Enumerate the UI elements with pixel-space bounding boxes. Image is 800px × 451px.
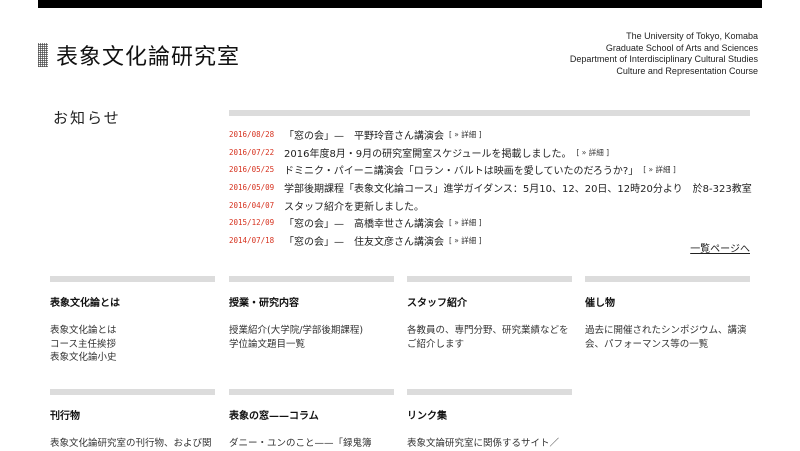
section-text: 過去に開催されたシンポジウム、講演	[585, 325, 747, 336]
section-link[interactable]: 学位論文題目一覧	[229, 338, 394, 352]
section-text: ご紹介します	[407, 338, 465, 350]
news-text[interactable]: 2016年度8月・9月の研究室開室スケジュールを掲載しました。	[284, 145, 571, 160]
university-line: Graduate School of Arts and Sciences	[605, 42, 758, 53]
news-item: 2014/07/18 「窓の会」— 住友文彦さん講演会 [ » 詳細 ]	[229, 232, 769, 250]
news-text[interactable]: スタッフ紹介を更新しました。	[284, 198, 424, 213]
section-divider	[585, 276, 750, 282]
university-line: Department of Interdisciplinary Cultural…	[569, 54, 758, 64]
section-staff: スタッフ紹介 各教員の、専門分野、研究業績などを ご紹介します	[407, 276, 572, 351]
section-events: 催し物 過去に開催されたシンポジウム、講演 会、パフォーマンス等の一覧	[585, 276, 750, 351]
section-text: 表象文論研究室に関係するサイト／	[407, 438, 560, 449]
section-body: 表象文論研究室に関係するサイト／	[407, 437, 572, 451]
news-date: 2015/12/09	[229, 218, 275, 228]
news-date: 2016/07/22	[229, 147, 275, 157]
news-divider	[229, 110, 750, 116]
news-text[interactable]: 「窓の会」— 高橋幸世さん講演会	[284, 215, 444, 230]
section-body: ダニー・ユンのこと——「録鬼簿	[229, 437, 394, 451]
site-title: 表象文化論研究室	[56, 45, 241, 70]
section-title[interactable]: リンク集	[407, 407, 572, 422]
news-text[interactable]: ドミニク・パイーニ講演会「ロラン・バルトは映画を愛していたのだろうか?」	[284, 162, 638, 177]
news-heading: お知らせ	[53, 109, 121, 127]
section-links: リンク集 表象文論研究室に関係するサイト／	[407, 389, 572, 451]
section-divider	[229, 389, 394, 395]
logo-mark-icon	[38, 43, 48, 67]
news-list: 2016/08/28 「窓の会」— 平野玲音さん講演会 [ » 詳細 ] 201…	[229, 126, 769, 249]
section-divider	[407, 276, 572, 282]
section-column: 表象の窓——コラム ダニー・ユンのこと——「録鬼簿	[229, 389, 394, 451]
section-title[interactable]: スタッフ紹介	[407, 294, 572, 309]
section-text: 会、パフォーマンス等の一覧	[585, 338, 709, 350]
section-title[interactable]: 表象の窓——コラム	[229, 407, 394, 422]
section-divider	[407, 389, 572, 395]
news-detail-link[interactable]: [ » 詳細 ]	[643, 164, 676, 175]
university-info: The University of Tokyo, Komaba Graduate…	[570, 31, 758, 77]
section-link[interactable]: コース主任挨拶	[50, 338, 215, 352]
news-date: 2016/04/07	[229, 200, 275, 210]
section-body: 過去に開催されたシンポジウム、講演 会、パフォーマンス等の一覧	[585, 324, 750, 351]
news-detail-link[interactable]: [ » 詳細 ]	[449, 129, 482, 140]
news-item: 2016/05/09 学部後期課程「表象文化論コース」進学ガイダンス：5月10、…	[229, 179, 769, 197]
section-text: ダニー・ユンのこと——「録鬼簿	[229, 438, 372, 449]
news-text[interactable]: 学部後期課程「表象文化論コース」進学ガイダンス：5月10、12、20日、12時2…	[284, 180, 752, 195]
site-logo[interactable]: 表象文化論研究室	[38, 42, 241, 70]
section-courses: 授業・研究内容 授業紹介(大学院/学部後期課程) 学位論文題目一覧	[229, 276, 394, 351]
top-bar	[38, 0, 762, 8]
news-text[interactable]: 「窓の会」— 平野玲音さん講演会	[284, 127, 444, 142]
news-item: 2016/05/25 ドミニク・パイーニ講演会「ロラン・バルトは映画を愛していた…	[229, 161, 769, 179]
section-title[interactable]: 刊行物	[50, 407, 215, 422]
section-about: 表象文化論とは 表象文化論とは コース主任挨拶 表象文化論小史	[50, 276, 215, 365]
section-text: 各教員の、専門分野、研究業績などを	[407, 325, 569, 336]
section-link[interactable]: 表象文化論小史	[50, 351, 215, 365]
section-body: 各教員の、専門分野、研究業績などを ご紹介します	[407, 324, 572, 351]
news-date: 2016/05/09	[229, 183, 275, 193]
section-divider	[229, 276, 394, 282]
section-text: 表象文化論研究室の刊行物、および関	[50, 438, 212, 449]
news-date: 2016/08/28	[229, 130, 275, 140]
section-title[interactable]: 授業・研究内容	[229, 294, 394, 309]
section-title[interactable]: 催し物	[585, 294, 750, 309]
news-item: 2015/12/09 「窓の会」— 高橋幸世さん講演会 [ » 詳細 ]	[229, 214, 769, 232]
news-item: 2016/04/07 スタッフ紹介を更新しました。	[229, 196, 769, 214]
news-item: 2016/07/22 2016年度8月・9月の研究室開室スケジュールを掲載しまし…	[229, 144, 769, 162]
news-date: 2014/07/18	[229, 235, 275, 245]
section-link[interactable]: 授業紹介(大学院/学部後期課程)	[229, 324, 394, 338]
section-link[interactable]: 表象文化論とは	[50, 324, 215, 338]
news-text[interactable]: 「窓の会」— 住友文彦さん講演会	[284, 233, 444, 248]
news-date: 2016/05/25	[229, 165, 275, 175]
section-divider	[50, 389, 215, 395]
section-publications: 刊行物 表象文化論研究室の刊行物、および関	[50, 389, 215, 451]
university-line: The University of Tokyo, Komaba	[626, 31, 758, 41]
section-body: 表象文化論研究室の刊行物、および関	[50, 437, 215, 451]
news-list-page-link[interactable]: 一覧ページへ	[690, 240, 750, 255]
section-divider	[50, 276, 215, 282]
news-detail-link[interactable]: [ » 詳細 ]	[576, 147, 609, 158]
news-detail-link[interactable]: [ » 詳細 ]	[449, 217, 482, 228]
section-body: 授業紹介(大学院/学部後期課程) 学位論文題目一覧	[229, 324, 394, 351]
news-detail-link[interactable]: [ » 詳細 ]	[449, 235, 482, 246]
section-title[interactable]: 表象文化論とは	[50, 294, 215, 309]
news-item: 2016/08/28 「窓の会」— 平野玲音さん講演会 [ » 詳細 ]	[229, 126, 769, 144]
university-line: Culture and Representation Course	[616, 65, 758, 76]
section-body: 表象文化論とは コース主任挨拶 表象文化論小史	[50, 324, 215, 365]
